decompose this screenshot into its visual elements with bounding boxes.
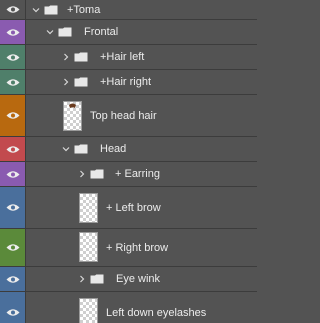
visibility-toggle[interactable]	[0, 0, 26, 19]
folder-icon	[90, 274, 104, 284]
layer-name: Eye wink	[116, 273, 161, 285]
layer-row-head[interactable]: Head	[0, 137, 257, 162]
layer-row-earring[interactable]: + Earring	[0, 162, 257, 187]
chevron-down-icon[interactable]	[32, 6, 40, 14]
layer-thumbnail[interactable]	[63, 101, 82, 131]
layer-row-hair-left[interactable]: +Hair left	[0, 45, 257, 70]
visibility-toggle[interactable]	[0, 229, 26, 266]
folder-icon	[44, 5, 58, 14]
chevron-right-icon[interactable]	[78, 170, 86, 178]
visibility-toggle[interactable]	[0, 95, 26, 136]
chevron-right-icon[interactable]	[78, 275, 86, 283]
layer-row-top-head-hair[interactable]: Top head hair	[0, 95, 257, 137]
folder-icon	[58, 27, 72, 37]
layer-row-toma[interactable]: +Toma	[0, 0, 257, 20]
visibility-toggle[interactable]	[0, 20, 26, 44]
layer-row-hair-right[interactable]: +Hair right	[0, 70, 257, 95]
layers-panel: +Toma Frontal +Hair left +Hair right Top…	[0, 0, 257, 323]
eye-icon	[6, 53, 19, 61]
layer-name: + Left brow	[106, 201, 161, 214]
folder-icon	[74, 52, 88, 62]
layer-row-left-brow[interactable]: + Left brow	[0, 187, 257, 229]
visibility-toggle[interactable]	[0, 292, 26, 323]
eye-icon	[6, 112, 19, 119]
visibility-toggle[interactable]	[0, 187, 26, 228]
hair-thumbnail-art	[69, 103, 76, 108]
chevron-right-icon[interactable]	[62, 53, 70, 61]
chevron-down-icon[interactable]	[46, 28, 54, 36]
eye-icon	[6, 170, 19, 178]
folder-icon	[74, 144, 88, 154]
eye-icon	[6, 204, 19, 211]
eye-icon	[6, 275, 19, 283]
eye-icon	[6, 244, 19, 251]
layer-row-right-brow[interactable]: + Right brow	[0, 229, 257, 267]
layer-thumbnail[interactable]	[79, 232, 98, 262]
layer-name: + Right brow	[106, 241, 169, 254]
folder-icon	[74, 77, 88, 87]
chevron-down-icon[interactable]	[62, 145, 70, 153]
visibility-toggle[interactable]	[0, 137, 26, 161]
layer-name: Head	[100, 143, 127, 155]
visibility-toggle[interactable]	[0, 70, 26, 94]
layer-name: +Hair left	[100, 51, 145, 63]
folder-icon	[90, 169, 104, 179]
visibility-toggle[interactable]	[0, 162, 26, 186]
eye-icon	[6, 6, 19, 13]
layer-row-left-down-eyelashes[interactable]: Left down eyelashes	[0, 292, 257, 323]
eye-icon	[6, 28, 19, 36]
layer-name: +Toma	[67, 3, 101, 16]
layer-name: +Hair right	[100, 76, 152, 88]
layer-thumbnail[interactable]	[79, 298, 98, 323]
visibility-toggle[interactable]	[0, 267, 26, 291]
layer-name: Top head hair	[90, 109, 157, 122]
layer-name: Left down eyelashes	[106, 306, 207, 319]
layer-row-frontal[interactable]: Frontal	[0, 20, 257, 45]
visibility-toggle[interactable]	[0, 45, 26, 69]
layer-row-eye-wink[interactable]: Eye wink	[0, 267, 257, 292]
layer-name: Frontal	[84, 26, 119, 38]
eye-icon	[6, 145, 19, 153]
eye-icon	[6, 309, 19, 316]
layer-name: + Earring	[115, 168, 160, 180]
chevron-right-icon[interactable]	[62, 78, 70, 86]
layer-thumbnail[interactable]	[79, 193, 98, 223]
eye-icon	[6, 78, 19, 86]
